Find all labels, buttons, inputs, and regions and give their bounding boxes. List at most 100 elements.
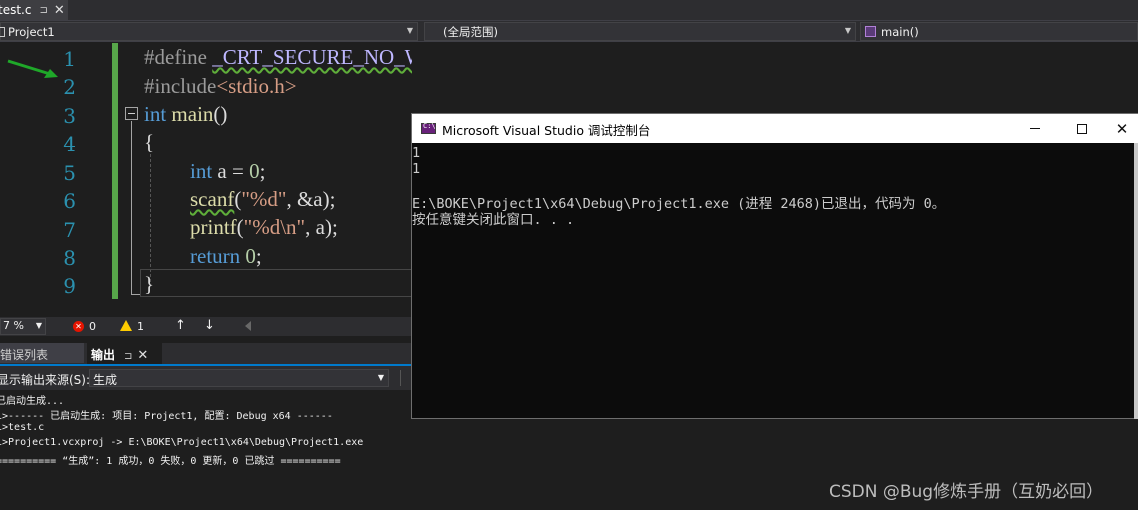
include-header: <stdio.h>: [216, 74, 297, 98]
console-title: Microsoft Visual Studio 调试控制台: [442, 123, 651, 138]
code-line-4[interactable]: {: [144, 130, 154, 155]
output-line: 1>------ 已启动生成: 项目: Project1, 配置: Debug …: [0, 411, 333, 422]
minimize-button[interactable]: [1012, 114, 1058, 143]
line-number: 5: [63, 161, 76, 185]
tab-label: test.c: [0, 3, 32, 17]
console-app-icon: [421, 122, 436, 134]
project-dropdown-value: Project1: [8, 24, 55, 39]
code-editor[interactable]: 1 2 3 4 5 6 7 8 9 #define _CRT_SECURE_NO…: [0, 43, 412, 299]
punctuation: {: [144, 130, 155, 154]
chevron-down-icon: ▼: [844, 26, 851, 35]
line-number: 8: [63, 246, 76, 270]
warning-count[interactable]: 1: [137, 320, 144, 333]
method-cube-icon: [865, 26, 876, 37]
fold-guide: [131, 121, 132, 295]
code-line-8[interactable]: return 0;: [190, 244, 262, 269]
scroll-left-icon[interactable]: [245, 321, 251, 331]
close-icon[interactable]: ✕: [54, 3, 65, 18]
editor-status-row: 7 % ▼ ✕ 0 1 ↑ ↓: [0, 317, 412, 336]
output-line: ========== “生成”: 1 成功，0 失败，0 更新，0 已跳过 ==…: [0, 456, 341, 467]
code-line-5[interactable]: int a = 0;: [190, 159, 265, 184]
console-line: 1: [412, 145, 421, 161]
member-dropdown-value: main(): [881, 24, 919, 39]
pin-icon[interactable]: ⊐: [124, 351, 132, 362]
chevron-down-icon: ▼: [406, 26, 413, 35]
console-line: 按任意键关闭此窗口. . .: [412, 212, 575, 228]
output-text-area[interactable]: 已启动生成... 1>------ 已启动生成: 项目: Project1, 配…: [0, 390, 412, 510]
keyword: return: [190, 244, 241, 268]
zoom-value: 7 %: [3, 319, 24, 332]
number-literal: 0: [249, 159, 260, 183]
line-number: 3: [63, 104, 76, 128]
code-line-7[interactable]: printf("%d\n", a);: [190, 215, 338, 240]
string-literal: "%d": [241, 187, 287, 211]
punctuation: ;: [259, 159, 266, 183]
project-icon: [0, 26, 5, 37]
function-name: main: [171, 102, 214, 126]
line-number: 9: [63, 274, 76, 298]
console-output[interactable]: 1 1 E:\BOKE\Project1\x64\Debug\Project1.…: [412, 143, 1134, 419]
code-line-3[interactable]: int main(): [144, 102, 227, 127]
output-source-dropdown[interactable]: 生成 ▼: [89, 369, 389, 387]
line-number: 1: [63, 47, 76, 71]
pin-icon[interactable]: ⊐: [39, 5, 47, 16]
previous-issue-icon[interactable]: ↑: [175, 318, 186, 333]
output-source-label: 显示输出来源(S):: [0, 373, 91, 387]
punctuation: (: [236, 215, 244, 239]
project-dropdown[interactable]: Project1 ▼: [0, 22, 418, 41]
tab-error-list[interactable]: 错误列表: [0, 343, 84, 363]
debug-console-window[interactable]: Microsoft Visual Studio 调试控制台 ✕ 1 1 E:\B…: [411, 113, 1138, 419]
output-toolbar: 显示输出来源(S): 生成 ▼: [0, 366, 412, 390]
tab-output[interactable]: 输出 ⊐ ✕: [87, 343, 162, 364]
tab-error-list-label: 错误列表: [0, 348, 49, 362]
keyword: int: [190, 159, 213, 183]
number-literal: 0: [240, 244, 256, 268]
maximize-button[interactable]: [1059, 114, 1105, 143]
error-icon[interactable]: ✕: [73, 321, 84, 332]
change-tracking-bar: [112, 43, 118, 299]
line-number: 6: [63, 189, 76, 213]
punctuation: (): [213, 102, 228, 126]
line-number: 7: [63, 218, 76, 242]
punctuation: }: [144, 272, 155, 296]
code-line-2[interactable]: #include<stdio.h>: [144, 74, 297, 99]
chevron-down-icon: ▼: [377, 373, 384, 382]
tab-test-c[interactable]: test.c ⊐ ✕: [0, 0, 68, 20]
next-issue-icon[interactable]: ↓: [204, 318, 215, 333]
output-line: 1>test.c: [0, 422, 45, 433]
code-line-1[interactable]: #define _CRT_SECURE_NO_WARNINGS 1: [144, 45, 412, 70]
output-line: 已启动生成...: [0, 396, 65, 407]
indent-guide: [150, 154, 151, 282]
code-text: a =: [212, 159, 250, 183]
console-title-bar[interactable]: Microsoft Visual Studio 调试控制台 ✕: [412, 114, 1138, 143]
minimize-icon: [1030, 128, 1040, 129]
output-source-value: 生成: [93, 373, 118, 387]
collapse-toggle-icon[interactable]: [125, 107, 138, 120]
macro-name: _CRT_SECURE_NO_WARNINGS: [212, 45, 412, 69]
member-dropdown[interactable]: main(): [860, 22, 1138, 41]
function-call: printf: [190, 215, 237, 239]
warning-icon[interactable]: [120, 320, 132, 331]
zoom-dropdown[interactable]: 7 % ▼: [0, 318, 46, 335]
code-text: , &a);: [286, 187, 336, 211]
code-text: , a);: [305, 215, 338, 239]
close-window-button[interactable]: ✕: [1106, 114, 1138, 143]
line-number: 4: [63, 132, 76, 156]
current-line-highlight: [140, 269, 412, 297]
chevron-down-icon: ▼: [35, 321, 42, 330]
string-literal: "%d\n": [243, 215, 306, 239]
code-line-9[interactable]: }: [144, 272, 154, 297]
keyword: int: [144, 102, 167, 126]
preprocessor-directive: #include: [144, 74, 217, 98]
console-scrollbar[interactable]: [1134, 143, 1138, 419]
line-number: 2: [63, 75, 76, 99]
close-icon: ✕: [1115, 119, 1129, 138]
punctuation: ;: [255, 244, 262, 268]
scope-dropdown[interactable]: (全局范围) ▼: [424, 22, 856, 41]
output-line: 1>Project1.vcxproj -> E:\BOKE\Project1\x…: [0, 437, 364, 448]
maximize-icon: [1077, 123, 1087, 134]
watermark: CSDN @Bug修炼手册（互奶必回）: [829, 482, 1104, 502]
error-count[interactable]: 0: [89, 320, 96, 333]
code-line-6[interactable]: scanf("%d", &a);: [190, 187, 335, 212]
close-icon[interactable]: ✕: [137, 348, 148, 363]
